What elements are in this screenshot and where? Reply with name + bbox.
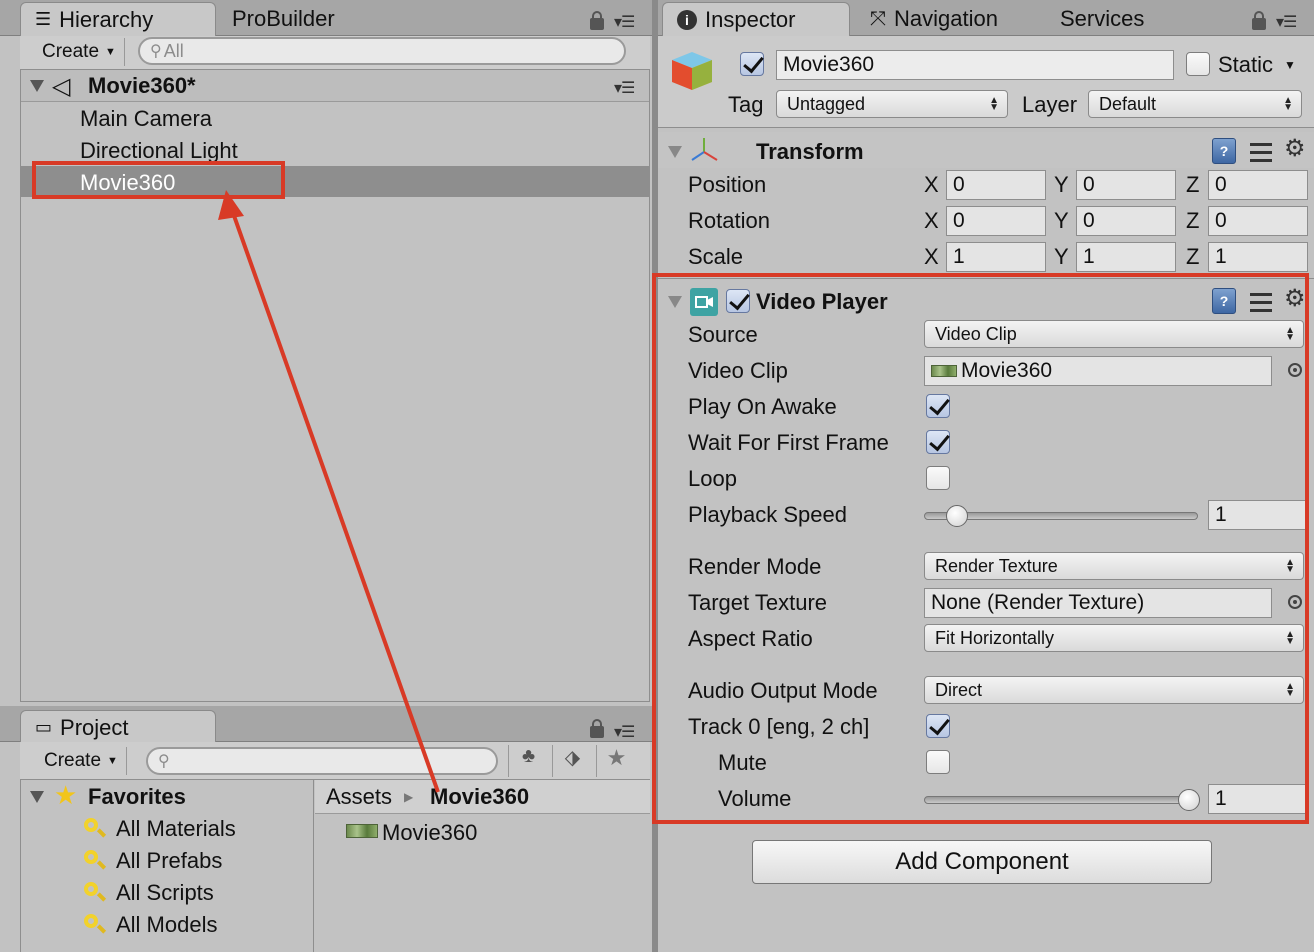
annotation-arrow (218, 190, 440, 793)
